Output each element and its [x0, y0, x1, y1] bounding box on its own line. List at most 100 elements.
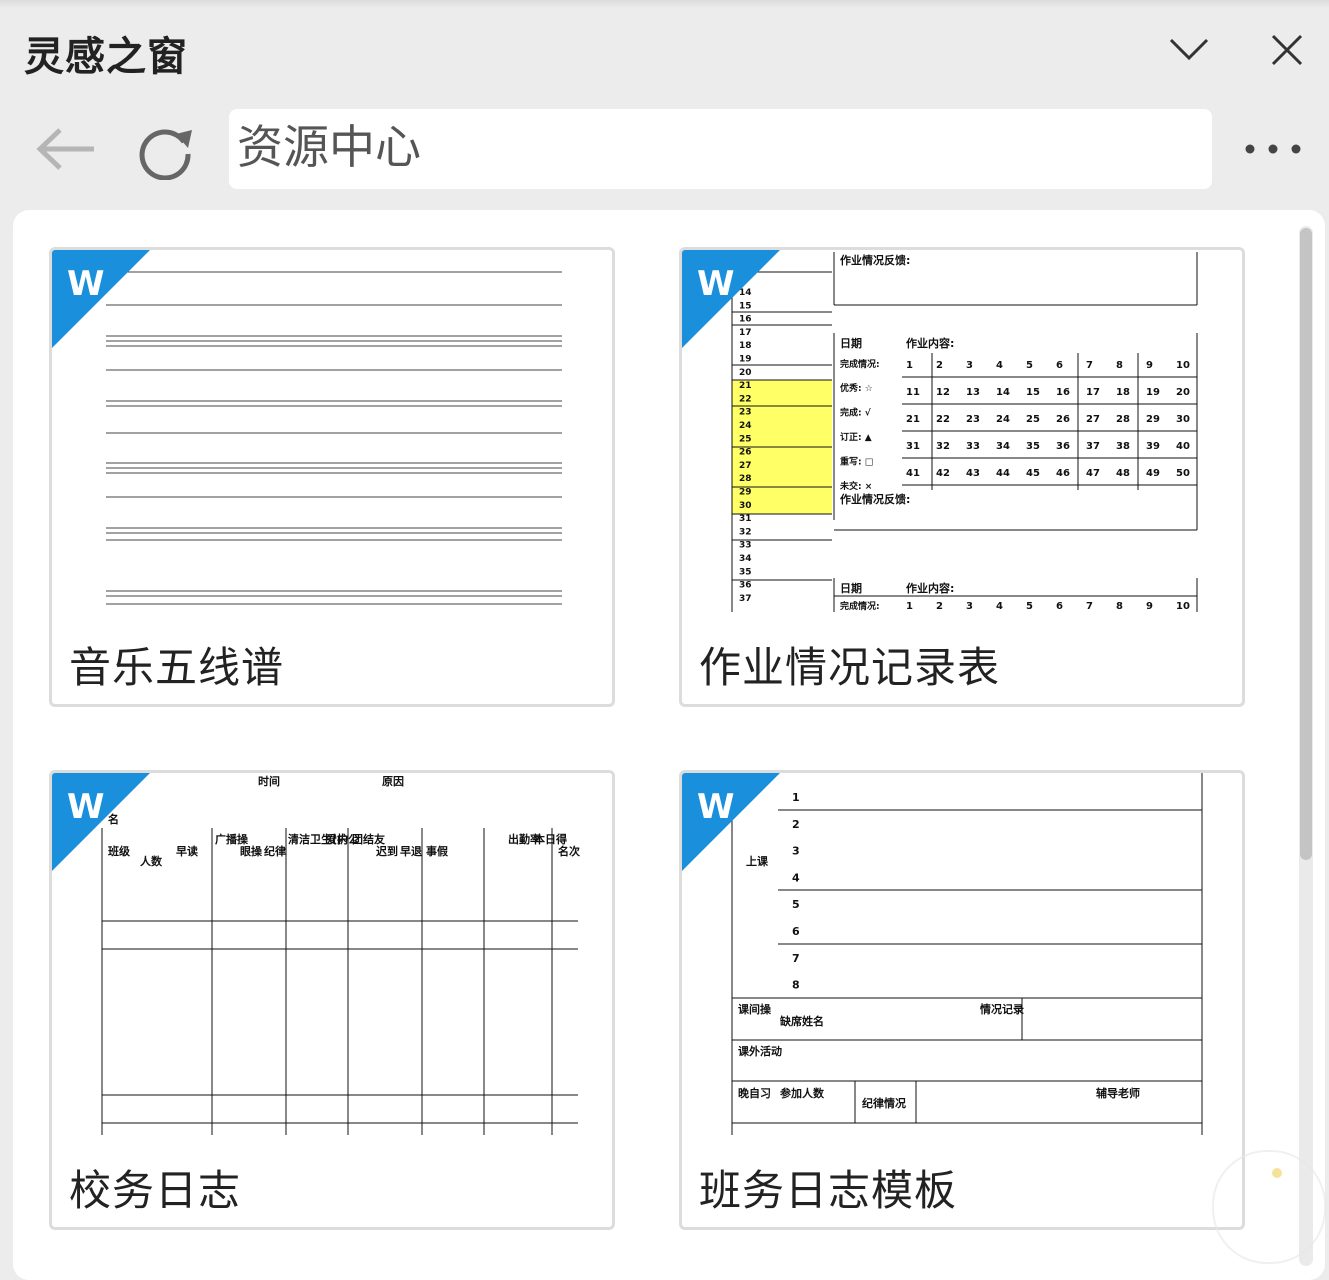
arrow-left-icon — [36, 128, 94, 170]
grid-cell: 41 — [906, 468, 920, 479]
period-number: 3 — [792, 845, 800, 858]
grid-cell: 8 — [1116, 360, 1123, 371]
grid-cell: 19 — [1146, 387, 1160, 398]
grid-cell: 10 — [1176, 360, 1190, 371]
grid-cell: 49 — [1146, 468, 1160, 479]
legend-item: 订正: ▲ — [840, 431, 872, 443]
word-icon: W — [697, 264, 735, 304]
number-grid-row: 1 2 3 4 5 6 7 8 9 10 — [834, 595, 1197, 612]
grid-cell: 34 — [996, 441, 1010, 452]
grid-cell: 23 — [966, 414, 980, 425]
floating-assistant-dot — [1272, 1168, 1282, 1178]
more-button[interactable] — [1240, 134, 1306, 164]
number-grid: 1 2 3 4 5 6 7 8 9 1011 12 13 14 15 16 17 18 19 2021 22 23 24 2… — [902, 353, 1197, 490]
word-icon: W — [67, 787, 105, 827]
row-number: 22 — [739, 394, 752, 404]
grid-cell: 4 — [996, 601, 1003, 612]
broadcast-exercise: 广播操 — [215, 832, 249, 846]
grid-cell: 36 — [1056, 441, 1070, 452]
row-number: 37 — [739, 594, 752, 604]
discipline: 纪律 — [264, 844, 286, 858]
grid-cell: 2 — [936, 601, 943, 612]
row-number: 33 — [739, 541, 752, 551]
grid-cell: 3 — [966, 601, 973, 612]
grid-cell: 1 — [906, 360, 913, 371]
grid-cell: 21 — [906, 414, 920, 425]
evening-study: 晚自习 — [738, 1086, 771, 1100]
grid-cell: 37 — [1086, 441, 1100, 452]
early-leave: 早退 — [400, 844, 422, 858]
row-number: 36 — [739, 581, 752, 591]
row-number: 21 — [739, 381, 752, 391]
grid-cell: 11 — [906, 387, 920, 398]
grid-cell: 40 — [1176, 441, 1190, 452]
app-title: 灵感之窗 — [24, 34, 188, 80]
chevron-down-icon — [1169, 38, 1209, 61]
header-reason: 原因 — [382, 775, 404, 788]
unity: 团结友 — [352, 832, 385, 846]
legend-item: 完成: √ — [840, 407, 872, 419]
card-title: 班务日志模板 — [699, 1166, 958, 1215]
grid-cell: 22 — [936, 414, 950, 425]
grid-cell: 5 — [1026, 601, 1033, 612]
situation-record: 情况记录 — [980, 1002, 1024, 1016]
back-button[interactable] — [34, 124, 98, 174]
word-icon: W — [67, 264, 105, 304]
grid-cell: 16 — [1056, 387, 1070, 398]
row-number: 27 — [739, 461, 752, 471]
legend-list: 优秀: ☆ 完成: √ 订正: ▲ 重写: □ 未交: × — [839, 382, 873, 492]
grid-cell: 13 — [966, 387, 980, 398]
grid-cell: 38 — [1116, 441, 1130, 452]
row-number: 28 — [739, 474, 752, 484]
scrollbar[interactable] — [1299, 226, 1313, 1266]
refresh-button[interactable] — [136, 120, 196, 181]
template-card-music-staff[interactable]: W 音乐五线谱 — [49, 247, 615, 707]
grid-cell: 6 — [1056, 360, 1063, 371]
period-number: 4 — [792, 871, 800, 884]
row-number: 24 — [739, 421, 752, 431]
grid-cell: 14 — [996, 387, 1010, 398]
grid-cell: 43 — [966, 468, 980, 479]
close-button[interactable] — [1265, 28, 1309, 72]
grid-cell: 18 — [1116, 387, 1130, 398]
legend-item: 未交: × — [839, 480, 872, 492]
header-time: 时间 — [258, 774, 280, 788]
grid-cell: 26 — [1056, 414, 1070, 425]
template-card-homework-record[interactable]: 作业情况反馈: 14 15 16 17 18 19 20 21 22 23 24 25 26 27 28 29… — [679, 247, 1245, 707]
grid-cell: 33 — [966, 441, 980, 452]
row-number: 20 — [739, 368, 752, 378]
grid-cell: 5 — [1026, 360, 1033, 371]
grid-cell: 42 — [936, 468, 950, 479]
row-number: 23 — [739, 408, 752, 418]
scroll-thumb[interactable] — [1300, 228, 1312, 860]
row-number: 34 — [739, 554, 752, 564]
word-icon: W — [697, 787, 735, 827]
row-number: 31 — [739, 514, 752, 524]
tutor: 辅导老师 — [1096, 1086, 1140, 1100]
template-card-class-log[interactable]: 上课 12345678 课间操 缺席姓名 情况记录 课外活动 晚自习 参加人数 … — [679, 770, 1245, 1230]
grid-cell: 2 — [936, 360, 943, 371]
feedback-label-1: 作业情况反馈: — [840, 253, 910, 267]
feedback-label-2: 作业情况反馈: — [840, 492, 910, 506]
address-input[interactable] — [229, 109, 1212, 189]
floating-assistant-ring — [1212, 1150, 1326, 1264]
content-label-2: 作业内容: — [906, 581, 954, 595]
grid-cell: 44 — [996, 468, 1010, 479]
period-number: 7 — [792, 952, 800, 965]
grid-cell: 8 — [1116, 601, 1123, 612]
period-rows: 1 2 3 4 5 6 7 8 — [792, 791, 800, 992]
grid-cell: 39 — [1146, 441, 1160, 452]
content-label: 作业内容: — [906, 336, 954, 350]
legend-item: 优秀: ☆ — [840, 382, 873, 394]
grid-cell: 1 — [906, 601, 913, 612]
grid-cell: 32 — [936, 441, 950, 452]
grid-cell: 20 — [1176, 387, 1190, 398]
period-number: 2 — [792, 818, 800, 831]
grid-cell: 48 — [1116, 468, 1130, 479]
collapse-button[interactable] — [1167, 28, 1211, 72]
row-number: 19 — [739, 355, 752, 365]
card-title: 校务日志 — [69, 1166, 242, 1215]
participants: 参加人数 — [780, 1086, 825, 1100]
grid-cell: 45 — [1026, 468, 1040, 479]
template-card-school-log[interactable]: 时间 原因 名 班级 人数 早读 广播操 眼操 纪律 清洁卫生(内 爱护公 团结… — [49, 770, 615, 1230]
